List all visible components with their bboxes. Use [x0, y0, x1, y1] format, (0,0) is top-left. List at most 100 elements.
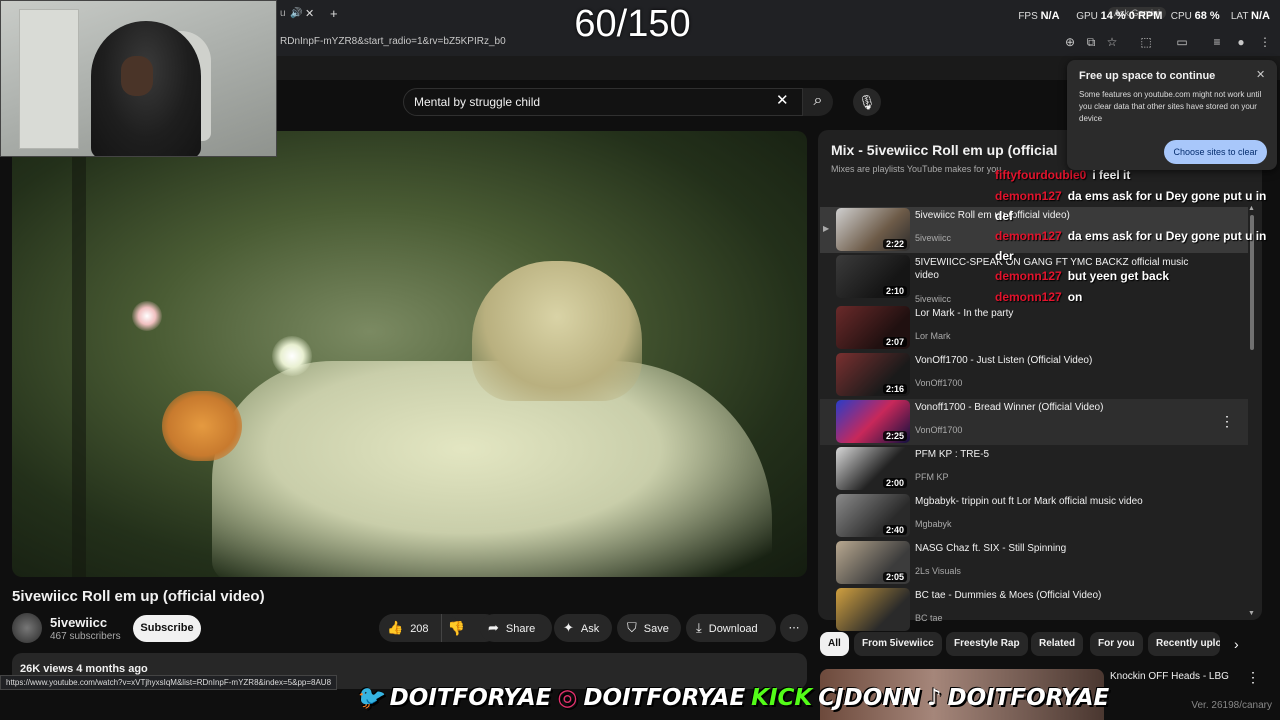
popup-body: Some features on youtube.com might not w… — [1079, 90, 1262, 123]
playlist-item-thumbnail[interactable]: 2:25 — [836, 400, 910, 443]
channel-name[interactable]: 5ivewiicc — [50, 615, 107, 630]
playlist-item-title[interactable]: PFM KP : TRE-5 — [915, 448, 1205, 461]
social-handle: DOITFORYAE — [947, 685, 1110, 711]
chevron-right-icon[interactable]: › — [1234, 636, 1239, 652]
tab-close-icon[interactable]: ✕ — [305, 7, 314, 20]
scroll-down-arrow-icon[interactable]: ▼ — [1248, 610, 1255, 617]
playlist-item-channel: VonOff1700 — [915, 425, 963, 435]
popup-title: Free up space to continue — [1079, 70, 1216, 82]
zoom-icon[interactable]: ⊕ — [1062, 34, 1078, 50]
playlist-item-thumbnail[interactable]: 2:40 — [836, 494, 910, 537]
filter-chip[interactable]: For you — [1090, 632, 1143, 656]
lat-label: LAT — [1230, 11, 1249, 22]
browser-menu-icon[interactable]: ⋮ — [1257, 34, 1273, 50]
playlist-item-title[interactable]: Lor Mark - In the party — [915, 307, 1205, 320]
filter-chip[interactable]: Recently uplo — [1148, 632, 1220, 656]
choose-sites-button[interactable]: Choose sites to clear — [1164, 140, 1267, 164]
playlist-item-title[interactable]: NASG Chaz ft. SIX - Still Spinning — [915, 542, 1205, 555]
chat-username: fiftyfourdouble0 — [995, 168, 1087, 182]
duration-badge: 2:22 — [882, 239, 907, 249]
duration-badge: 2:05 — [882, 572, 907, 582]
playlist-item[interactable]: 2:07 Lor Mark - In the party Lor Mark — [820, 305, 1248, 351]
social-handle: DOITFORYAE — [583, 685, 746, 711]
fps-value: N/A — [1040, 10, 1060, 22]
duration-badge: 2:16 — [882, 384, 907, 394]
filter-chip[interactable]: Freestyle Rap — [946, 632, 1028, 656]
chat-text: i feel it — [1092, 168, 1131, 182]
playlist-item[interactable]: 2:40 Mgbabyk- trippin out ft Lor Mark off… — [820, 493, 1248, 539]
playlist-item[interactable]: 2:16 VonOff1700 - Just Listen (Official V… — [820, 352, 1248, 398]
fps-label: FPS — [1018, 11, 1038, 22]
playlist-item-thumbnail[interactable]: 2:16 — [836, 353, 910, 396]
chat-text: on — [1067, 290, 1083, 304]
dislike-button[interactable]: 👎 — [441, 614, 471, 642]
avatar[interactable] — [12, 613, 42, 643]
filter-chip[interactable]: Related — [1031, 632, 1084, 656]
playlist-item-thumbnail[interactable] — [836, 588, 910, 631]
voice-search-button[interactable]: 🎙 — [853, 88, 881, 116]
tab-title[interactable]: u — [280, 8, 286, 19]
filter-chip[interactable]: All — [820, 632, 849, 656]
download-icon: ⤓ — [696, 620, 702, 635]
playlist-item[interactable]: BC tae - Dummies & Moes (Official Video)… — [820, 587, 1248, 633]
playlist-item-channel: PFM KP — [915, 472, 949, 482]
kebab-menu-icon[interactable]: ⋮ — [1220, 413, 1234, 430]
instagram-icon: ◎ — [557, 685, 578, 711]
split-view-icon[interactable]: ▭ — [1174, 34, 1190, 50]
playlist-item[interactable]: 2:05 NASG Chaz ft. SIX - Still Spinning 2L… — [820, 540, 1248, 586]
more-actions-button[interactable]: ⋯ — [780, 614, 808, 642]
extensions-icon[interactable]: ⬚ — [1138, 34, 1154, 50]
playlist-item-title[interactable]: VonOff1700 - Just Listen (Official Video… — [915, 354, 1205, 367]
profile-icon[interactable]: ● — [1233, 34, 1249, 50]
cpu-value: 68 % — [1194, 10, 1220, 22]
playlist-item[interactable]: 2:00 PFM KP : TRE-5 PFM KP — [820, 446, 1248, 492]
filter-chip[interactable]: From 5ivewiicc — [854, 632, 942, 656]
kebab-menu-icon[interactable]: ⋮ — [1246, 669, 1260, 686]
webcam-door — [19, 9, 79, 149]
performance-stats: FPS N/A GPU 14 % 0 RPM CPU 68 % LAT N/A — [1018, 10, 1270, 22]
version-watermark: Ver. 26198/canary — [1191, 700, 1272, 711]
share-button[interactable]: ➦ Share — [480, 614, 552, 642]
new-tab-icon[interactable]: + — [330, 6, 338, 21]
save-button[interactable]: ⛉ Save — [617, 614, 681, 642]
search-button[interactable]: ⌕ — [803, 88, 833, 116]
playlist-item-title[interactable]: Mgbabyk- trippin out ft Lor Mark officia… — [915, 495, 1205, 508]
chat-message: demonn127 da ems ask for u Dey gone put u… — [995, 226, 1280, 266]
video-frame-hand — [162, 391, 242, 461]
tab-audio-icon[interactable]: 🔊 — [290, 8, 302, 19]
playlist-item-thumbnail[interactable]: 2:22 — [836, 208, 910, 251]
playlist-title[interactable]: Mix - 5ivewiicc Roll em up (official vi — [831, 142, 1061, 158]
close-icon[interactable]: ✕ — [1256, 68, 1265, 81]
playlist-item-title[interactable]: Vonoff1700 - Bread Winner (Official Vide… — [915, 401, 1205, 414]
playlist-item-thumbnail[interactable]: 2:10 — [836, 255, 910, 298]
share-label: Share — [505, 623, 536, 635]
playlist-item[interactable]: 2:25 Vonoff1700 - Bread Winner (Official … — [820, 399, 1248, 445]
clear-search-icon[interactable]: ✕ — [776, 91, 789, 109]
video-player[interactable] — [12, 131, 807, 577]
twitter-icon: 🐦 — [355, 685, 384, 711]
duration-badge: 2:10 — [882, 286, 907, 296]
gpu-label: GPU — [1076, 11, 1098, 22]
next-video-title[interactable]: Knockin OFF Heads - LBG — [1110, 671, 1229, 682]
more-horizontal-icon: ⋯ — [788, 622, 800, 634]
subscribe-button[interactable]: Subscribe — [133, 615, 201, 642]
playlist-item-title[interactable]: BC tae - Dummies & Moes (Official Video) — [915, 589, 1205, 602]
playlist-item-channel: 2Ls Visuals — [915, 566, 961, 576]
chat-username: demonn127 — [995, 229, 1062, 243]
ask-button[interactable]: ✦ Ask — [554, 614, 612, 642]
playlist-item-thumbnail[interactable]: 2:05 — [836, 541, 910, 584]
playlist-item-thumbnail[interactable]: 2:00 — [836, 447, 910, 490]
reading-list-icon[interactable]: ≡ — [1209, 34, 1225, 50]
install-icon[interactable]: ⧉ — [1083, 34, 1099, 50]
search-icon: ⌕ — [813, 92, 823, 109]
playlist-item-thumbnail[interactable]: 2:07 — [836, 306, 910, 349]
search-input[interactable]: Mental by struggle child — [414, 95, 540, 109]
download-button[interactable]: ⤓ Download — [686, 614, 776, 642]
url-text[interactable]: RDnInpF-mYZR8&start_radio=1&rv=bZ5KPIRz_… — [280, 36, 506, 47]
bookmark-star-icon[interactable]: ☆ — [1104, 34, 1120, 50]
gpu-value: 14 % 0 RPM — [1100, 10, 1163, 22]
playlist-item-channel: VonOff1700 — [915, 378, 963, 388]
views-and-date: 26K views 4 months ago — [20, 663, 148, 675]
mic-icon: 🎙 — [858, 94, 876, 110]
share-icon: ➦ — [488, 620, 499, 635]
